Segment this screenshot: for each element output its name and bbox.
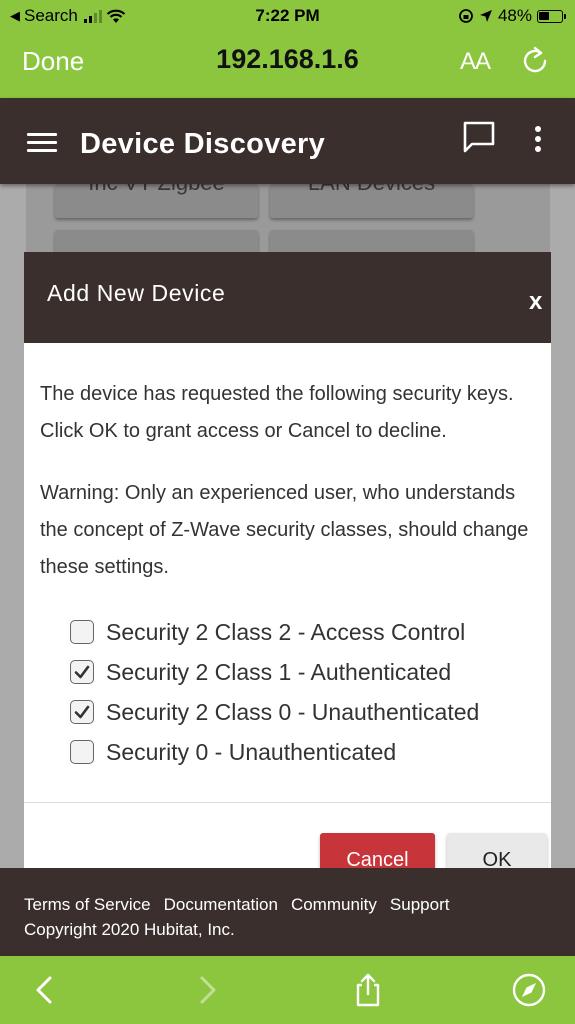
modal-divider (24, 802, 551, 803)
checkbox[interactable] (70, 740, 94, 764)
page-title: Device Discovery (80, 128, 326, 160)
add-device-modal: Add New Device x The device has requeste… (24, 252, 551, 868)
security-request-text: The device has requested the following s… (40, 383, 514, 442)
share-icon[interactable] (350, 972, 386, 1008)
close-button[interactable]: x (529, 288, 542, 316)
option-label: Security 2 Class 0 - Unauthenticated (106, 698, 480, 725)
checkbox[interactable] (70, 660, 94, 684)
forward-icon[interactable] (188, 972, 224, 1008)
back-icon[interactable] (28, 972, 64, 1008)
cancel-button[interactable]: Cancel (320, 833, 435, 868)
page-footer: Terms of Service Documentation Community… (0, 868, 575, 956)
status-bar: ◀ Search 7:22 PM 48% (0, 0, 575, 34)
option-s2-unauthenticated[interactable]: Security 2 Class 0 - Unauthenticated (70, 692, 479, 732)
checkbox[interactable] (70, 620, 94, 644)
compass-icon[interactable] (511, 972, 547, 1008)
modal-header: Add New Device x (24, 252, 551, 343)
check-icon (74, 705, 90, 719)
footer-links: Terms of Service Documentation Community… (24, 895, 449, 915)
option-label: Security 2 Class 2 - Access Control (106, 618, 466, 645)
option-s2-access-control[interactable]: Security 2 Class 2 - Access Control (70, 612, 479, 652)
chat-icon[interactable] (462, 120, 496, 154)
community-link[interactable]: Community (291, 895, 377, 915)
check-icon (74, 665, 90, 679)
app-header: Device Discovery (0, 98, 575, 184)
documentation-link[interactable]: Documentation (164, 895, 278, 915)
option-s2-authenticated[interactable]: Security 2 Class 1 - Authenticated (70, 652, 479, 692)
browser-toolbar (0, 956, 575, 1024)
text-size-button[interactable]: AA (460, 48, 491, 76)
support-link[interactable]: Support (390, 895, 450, 915)
terms-link[interactable]: Terms of Service (24, 895, 151, 915)
safari-address-bar: Done 192.168.1.6 AA (0, 34, 575, 98)
option-s0-unauthenticated[interactable]: Security 0 - Unauthenticated (70, 732, 479, 772)
security-options: Security 2 Class 2 - Access Control Secu… (70, 612, 479, 772)
option-label: Security 0 - Unauthenticated (106, 738, 397, 765)
modal-title: Add New Device (47, 280, 226, 306)
checkbox[interactable] (70, 700, 94, 724)
battery-icon (537, 9, 566, 23)
warning-text: Warning: Only an experienced user, who u… (40, 482, 529, 578)
menu-icon[interactable] (27, 133, 57, 153)
text-size-icon: AA (460, 48, 491, 75)
option-label: Security 2 Class 1 - Authenticated (106, 658, 452, 685)
copyright: Copyright 2020 Hubitat, Inc. (24, 920, 235, 939)
more-vertical-icon[interactable] (533, 126, 543, 154)
rotation-lock-icon (459, 9, 473, 23)
battery-percent: 48% (497, 6, 532, 25)
reload-icon[interactable] (519, 44, 551, 76)
ok-button[interactable]: OK (447, 833, 547, 868)
location-arrow-icon (479, 10, 492, 22)
